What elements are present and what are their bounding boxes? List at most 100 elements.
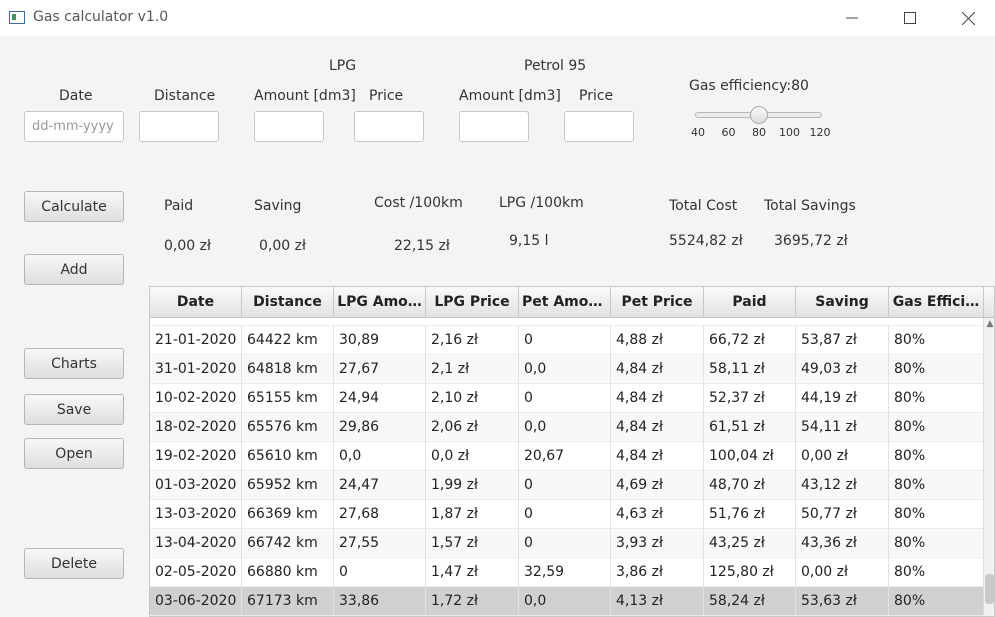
lpg-price-label: Price: [369, 88, 404, 104]
table-cell: 4,84 zł: [611, 355, 704, 384]
table-cell: 66,72 zł: [704, 326, 796, 355]
table-cell: 66369 km: [242, 500, 334, 529]
table-cell: 4,69 zł: [611, 471, 704, 500]
table-cell: 2,16 zł: [426, 326, 519, 355]
close-button[interactable]: [956, 6, 980, 30]
table-cell: 4,84 zł: [611, 413, 704, 442]
table-row[interactable]: 13-04-2020 66742 km 27,55 1,57 zł 0 3,93 zł 43…: [150, 529, 984, 558]
distance-field[interactable]: [139, 111, 219, 142]
table-cell: 65610 km: [242, 442, 334, 471]
table-cell: 66880 km: [242, 558, 334, 587]
table-body[interactable]: 21-01-2020 64422 km 30,89 2,16 zł 0 4,88 zł 66…: [150, 318, 984, 616]
table-cell: 31-01-2020: [150, 355, 242, 384]
open-button[interactable]: Open: [24, 438, 124, 469]
date-label: Date: [59, 88, 93, 104]
table-cell: 43,12 zł: [796, 471, 889, 500]
lpg-price-field[interactable]: [354, 111, 424, 142]
table-row[interactable]: 21-01-2020 64422 km 30,89 2,16 zł 0 4,88 zł 66…: [150, 326, 984, 355]
table-cell: 53,87 zł: [796, 326, 889, 355]
minimize-button[interactable]: [840, 6, 864, 30]
table-header: Date Distance LPG Amo… LPG Price Pet Amount P…: [150, 287, 994, 318]
column-header[interactable]: LPG Amo…: [334, 287, 426, 318]
table-cell: 80%: [889, 413, 984, 442]
table-row[interactable]: 13-03-2020 66369 km 27,68 1,87 zł 0 4,63 zł 51…: [150, 500, 984, 529]
petrol-amount-field[interactable]: [459, 111, 529, 142]
column-header[interactable]: Gas Effici…: [889, 287, 984, 318]
saving-label: Saving: [254, 198, 302, 214]
calculate-button[interactable]: Calculate: [24, 191, 124, 222]
table-cell: 80%: [889, 326, 984, 355]
scrollbar-thumb[interactable]: [985, 574, 994, 604]
date-field[interactable]: [24, 111, 124, 142]
table-cell: 33,86: [334, 587, 426, 616]
table-cell: 1,57 zł: [426, 529, 519, 558]
petrol-price-field[interactable]: [564, 111, 634, 142]
column-header[interactable]: Distance: [242, 287, 334, 318]
slider-tick-label: 60: [721, 126, 736, 139]
table-row[interactable]: 10-02-2020 65155 km 24,94 2,10 zł 0 4,84 zł 52…: [150, 384, 984, 413]
vertical-scrollbar[interactable]: ▲: [983, 318, 994, 616]
delete-button[interactable]: Delete: [24, 548, 124, 579]
table-cell: 58,24 zł: [704, 587, 796, 616]
table-cell: 80%: [889, 384, 984, 413]
table-row[interactable]: 03-06-2020 67173 km 33,86 1,72 zł 0,0 4,13 zł…: [150, 587, 984, 616]
table-cell: 54,11 zł: [796, 413, 889, 442]
app-icon: [9, 11, 25, 24]
table-cell: 0: [519, 500, 611, 529]
table-cell: 0,00 zł: [796, 558, 889, 587]
table-cell: 13-03-2020: [150, 500, 242, 529]
column-header[interactable]: Pet Amount: [519, 287, 611, 318]
lpg-amount-field[interactable]: [254, 111, 324, 142]
table-cell: 80%: [889, 355, 984, 384]
efficiency-slider-thumb[interactable]: [750, 106, 768, 124]
column-header[interactable]: LPG Price: [426, 287, 519, 318]
charts-button[interactable]: Charts: [24, 348, 124, 379]
table-row[interactable]: 01-03-2020 65952 km 24,47 1,99 zł 0 4,69 zł 48…: [150, 471, 984, 500]
table-cell: 0,0: [334, 442, 426, 471]
table-cell: 27,68: [334, 500, 426, 529]
maximize-button[interactable]: [898, 6, 922, 30]
table-cell: 61,51 zł: [704, 413, 796, 442]
scroll-up-arrow-icon[interactable]: ▲: [985, 319, 994, 329]
add-button[interactable]: Add: [24, 254, 124, 285]
table-cell: 0: [519, 471, 611, 500]
table-cell: 2,06 zł: [426, 413, 519, 442]
table-row[interactable]: 18-02-2020 65576 km 29,86 2,06 zł 0,0 4,84 zł…: [150, 413, 984, 442]
column-header[interactable]: Pet Price: [611, 287, 704, 318]
distance-label: Distance: [154, 88, 216, 104]
table-cell: 0: [334, 558, 426, 587]
petrol-amount-label: Amount [dm3]: [459, 88, 561, 104]
table-cell: 48,70 zł: [704, 471, 796, 500]
table-cell: 2,1 zł: [426, 355, 519, 384]
table-cell: 65155 km: [242, 384, 334, 413]
minimize-icon: [846, 17, 858, 19]
table-cell: 24,94: [334, 384, 426, 413]
table-cell: 27,55: [334, 529, 426, 558]
column-header[interactable]: Paid: [704, 287, 796, 318]
table-row[interactable]: 02-05-2020 66880 km 0 1,47 zł 32,59 3,86 zł 12…: [150, 558, 984, 587]
close-icon: [961, 11, 975, 25]
table-cell: 80%: [889, 558, 984, 587]
save-button[interactable]: Save: [24, 394, 124, 425]
paid-label: Paid: [164, 198, 194, 214]
table-cell: 0: [519, 326, 611, 355]
column-header[interactable]: Date: [150, 287, 242, 318]
table-cell: 0,0: [519, 355, 611, 384]
table-cell: 03-06-2020: [150, 587, 242, 616]
history-table[interactable]: Date Distance LPG Amo… LPG Price Pet Amount P…: [149, 286, 995, 617]
table-cell: 0,00 zł: [796, 442, 889, 471]
title-bar: Gas calculator v1.0: [0, 0, 995, 36]
slider-tick-label: 80: [752, 126, 766, 139]
table-row-partial: [150, 318, 984, 326]
table-cell: 0,0: [519, 587, 611, 616]
table-cell: 4,84 zł: [611, 384, 704, 413]
slider-tick-label: 100: [779, 126, 800, 139]
table-cell: 21-01-2020: [150, 326, 242, 355]
table-cell: 49,03 zł: [796, 355, 889, 384]
table-cell: 80%: [889, 587, 984, 616]
column-header[interactable]: Saving: [796, 287, 889, 318]
table-row[interactable]: 31-01-2020 64818 km 27,67 2,1 zł 0,0 4,84 zł 5…: [150, 355, 984, 384]
total-cost-label: Total Cost: [669, 198, 738, 214]
table-cell: 65952 km: [242, 471, 334, 500]
table-row[interactable]: 19-02-2020 65610 km 0,0 0,0 zł 20,67 4,84 zł 1…: [150, 442, 984, 471]
